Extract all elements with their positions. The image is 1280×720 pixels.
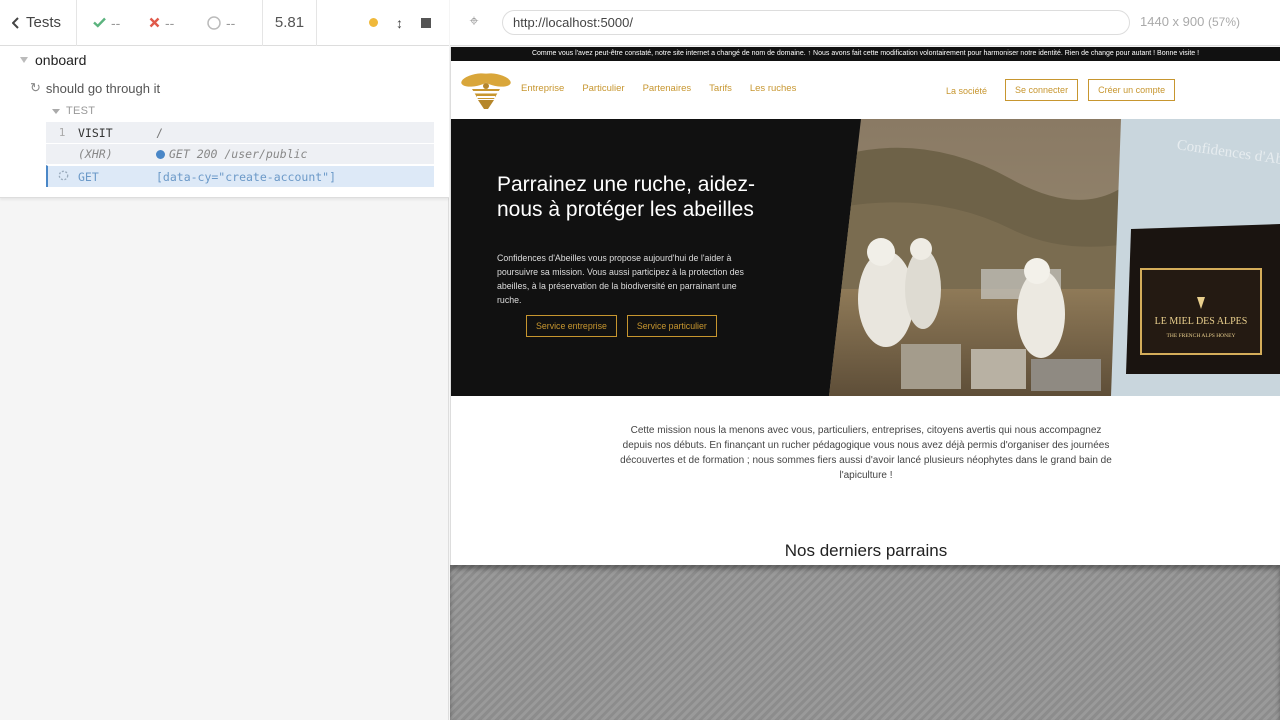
command-name: (XHR) bbox=[78, 147, 113, 161]
selector-playground-crosshair-icon[interactable]: ⌖ bbox=[465, 13, 483, 31]
suite-onboard[interactable]: onboard bbox=[20, 52, 86, 68]
website-frame: Comme vous l'avez peut-être constaté, no… bbox=[450, 47, 1280, 565]
stop-button[interactable] bbox=[421, 17, 431, 28]
caret-down-icon bbox=[20, 57, 28, 63]
viewport-overflow-area bbox=[450, 565, 1280, 720]
tests-label: Tests bbox=[26, 14, 62, 31]
pending-count: -- bbox=[201, 0, 263, 46]
test-title: should go through it bbox=[45, 80, 161, 96]
runner-header: Tests -- -- -- 5.81 ↕ bbox=[0, 0, 449, 46]
hero-description: Confidences d'Abeilles vous propose aujo… bbox=[497, 253, 744, 305]
hero-section: Confidences d'Abeilles LE MIEL DES ALPES… bbox=[451, 119, 1280, 396]
passed-count: -- bbox=[77, 0, 139, 46]
banner-subtitle-text: THE FRENCH ALPS HONEY bbox=[1167, 333, 1236, 339]
command-row[interactable]: 1 VISIT / bbox=[46, 122, 434, 143]
test-item[interactable]: ↻ should go through it bbox=[30, 80, 160, 96]
test-section-header[interactable]: TEST bbox=[52, 105, 95, 117]
command-name: VISIT bbox=[78, 125, 113, 140]
aut-header: ⌖ http://localhost:5000/ 1440 x 900 (57%… bbox=[450, 0, 1280, 46]
nav-link-tarifs[interactable]: Tarifs bbox=[709, 83, 732, 94]
running-indicator-icon bbox=[369, 18, 378, 27]
hero-title: Parrainez une ruche, aidez-nous à protég… bbox=[497, 173, 755, 221]
tests-back-button[interactable]: Tests bbox=[0, 0, 77, 46]
app-preview: ⌖ http://localhost:5000/ 1440 x 900 (57%… bbox=[450, 0, 1280, 720]
x-icon bbox=[149, 17, 160, 28]
check-icon bbox=[93, 17, 106, 28]
refresh-spinner-icon: ↻ bbox=[30, 80, 41, 95]
command-number: 1 bbox=[58, 126, 66, 139]
xhr-status-dot-icon bbox=[156, 149, 165, 159]
loading-spinner-icon bbox=[48, 170, 78, 184]
url-field[interactable]: http://localhost:5000/ bbox=[502, 10, 1130, 35]
nav-link-entreprise[interactable]: Entreprise bbox=[521, 83, 564, 94]
command-message: [data-cy="create-account"] bbox=[156, 169, 337, 184]
caret-down-icon bbox=[52, 108, 60, 114]
failed-count: -- bbox=[139, 0, 201, 46]
bee-logo-icon[interactable] bbox=[459, 69, 513, 111]
site-navbar: Entreprise Particulier Partenaires Tarif… bbox=[451, 61, 1280, 132]
mission-text: Cette mission nous la menons avec vous, … bbox=[620, 425, 1112, 481]
main-nav: Entreprise Particulier Partenaires Tarif… bbox=[521, 83, 814, 94]
command-row-active[interactable]: GET [data-cy="create-account"] bbox=[46, 165, 434, 187]
command-message: GET 200 /user/public bbox=[169, 147, 308, 161]
command-row[interactable]: (XHR) GET 200 /user/public bbox=[46, 143, 434, 164]
command-name: GET bbox=[78, 169, 99, 184]
auto-scroll-toggle-icon[interactable]: ↕ bbox=[396, 15, 403, 31]
command-message-wrap: GET 200 /user/public bbox=[156, 147, 307, 161]
duration: 5.81 bbox=[263, 0, 317, 46]
viewport-info: 1440 x 900 (57%) bbox=[1140, 14, 1240, 29]
command-message: / bbox=[156, 125, 163, 140]
service-particulier-button[interactable]: Service particulier bbox=[626, 315, 717, 337]
runner-controls: ↕ bbox=[317, 0, 449, 46]
nav-link-societe[interactable]: La société bbox=[946, 86, 987, 96]
create-account-button[interactable]: Créer un compte bbox=[1088, 79, 1176, 101]
circle-outline-icon bbox=[207, 15, 221, 30]
service-entreprise-button[interactable]: Service entreprise bbox=[526, 315, 617, 337]
nav-link-partenaires[interactable]: Partenaires bbox=[643, 83, 692, 94]
nav-link-particulier[interactable]: Particulier bbox=[582, 83, 624, 94]
section-label: TEST bbox=[66, 105, 96, 117]
nav-right: La société Se connecter Créer un compte bbox=[946, 79, 1185, 101]
announcement-bar: Comme vous l'avez peut-être constaté, no… bbox=[451, 47, 1280, 61]
test-runner-panel: Tests -- -- -- 5.81 ↕ onboard ↻ should g… bbox=[0, 0, 449, 720]
command-log: onboard ↻ should go through it TEST 1 VI… bbox=[0, 46, 449, 198]
suite-title: onboard bbox=[35, 52, 87, 68]
section-title-parrains: Nos derniers parrains bbox=[784, 541, 948, 560]
nav-link-ruches[interactable]: Les ruches bbox=[750, 83, 796, 94]
login-button[interactable]: Se connecter bbox=[1005, 79, 1079, 101]
chevron-left-icon bbox=[12, 16, 19, 29]
viewport-scale: (57%) bbox=[1207, 15, 1240, 29]
banner-product-text: LE MIEL DES ALPES bbox=[1155, 316, 1248, 327]
hero-buttons: Service entreprise Service particulier bbox=[526, 315, 717, 337]
viewport-size: 1440 x 900 bbox=[1140, 14, 1205, 29]
